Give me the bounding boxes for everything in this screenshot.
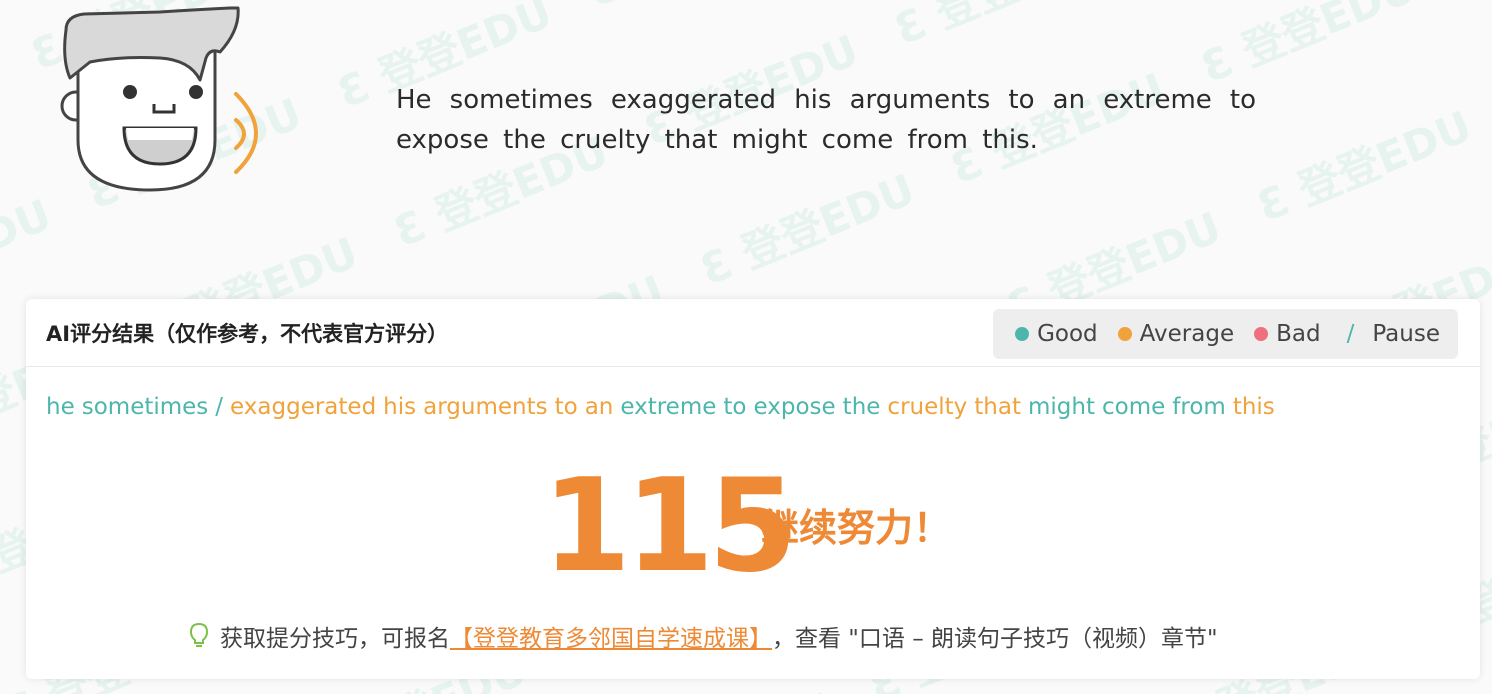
legend-average: Average [1117,321,1235,347]
legend-pause-label: Pause [1372,321,1440,347]
legend-bad-label: Bad [1276,321,1321,347]
scored-word: might [1028,394,1095,420]
prompt-sentence: He sometimes exaggerated his arguments t… [396,85,1256,155]
tip-line: 获取提分技巧，可报名 【登登教育多邻国自学速成课】 ，查看 "口语 – 朗读句子… [188,619,1218,653]
encouragement-text: 继续努力！ [761,506,952,550]
score-result-card: AI评分结果（仅作参考，不代表官方评分） Good Average Bad / … [26,299,1480,679]
scored-word: exaggerated [230,394,377,420]
scored-word: his [383,394,417,420]
sound-wave-icon [234,118,246,150]
scored-word: sometimes [81,394,209,420]
tip-suffix: ，查看 "口语 – 朗读句子技巧（视频）章节" [772,626,1218,652]
pause-slash-icon: / [1346,321,1355,347]
score-legend: Good Average Bad / Pause [993,309,1458,359]
lightbulb-icon [189,622,209,647]
average-dot-icon [1117,327,1132,341]
scored-word: arguments [423,394,548,420]
scored-word: to [723,394,747,420]
scored-word: expose [753,394,836,420]
scored-word: an [584,394,614,420]
speaker-avatar-illustration [60,6,258,192]
card-header: AI评分结果（仅作参考，不代表官方评分） Good Average Bad / … [26,299,1480,367]
legend-good: Good [1015,321,1098,347]
scored-word: he [46,394,75,420]
scored-word: this [1232,394,1275,420]
scored-word: that [974,394,1021,420]
legend-pause: / Pause [1341,321,1440,347]
scored-word: to [554,394,578,420]
legend-bad: Bad [1254,321,1321,347]
scored-word: come [1102,394,1166,420]
bad-dot-icon [1254,327,1269,341]
good-dot-icon [1015,327,1030,341]
score-value: 115 [542,452,797,601]
legend-good-label: Good [1037,321,1098,347]
scored-word: cruelty [887,394,968,420]
course-link[interactable]: 【登登教育多邻国自学速成课】 [450,619,772,653]
tip-prefix: 获取提分技巧，可报名 [220,626,450,652]
pause-marker: / [215,394,224,420]
scored-word: extreme [620,394,717,420]
legend-average-label: Average [1139,321,1235,347]
scored-word: from [1172,394,1226,420]
scored-sentence: he sometimes / exaggerated his arguments to an e… [46,391,1282,423]
scored-word: the [842,394,881,420]
card-title: AI评分结果（仅作参考，不代表官方评分） [46,322,449,346]
